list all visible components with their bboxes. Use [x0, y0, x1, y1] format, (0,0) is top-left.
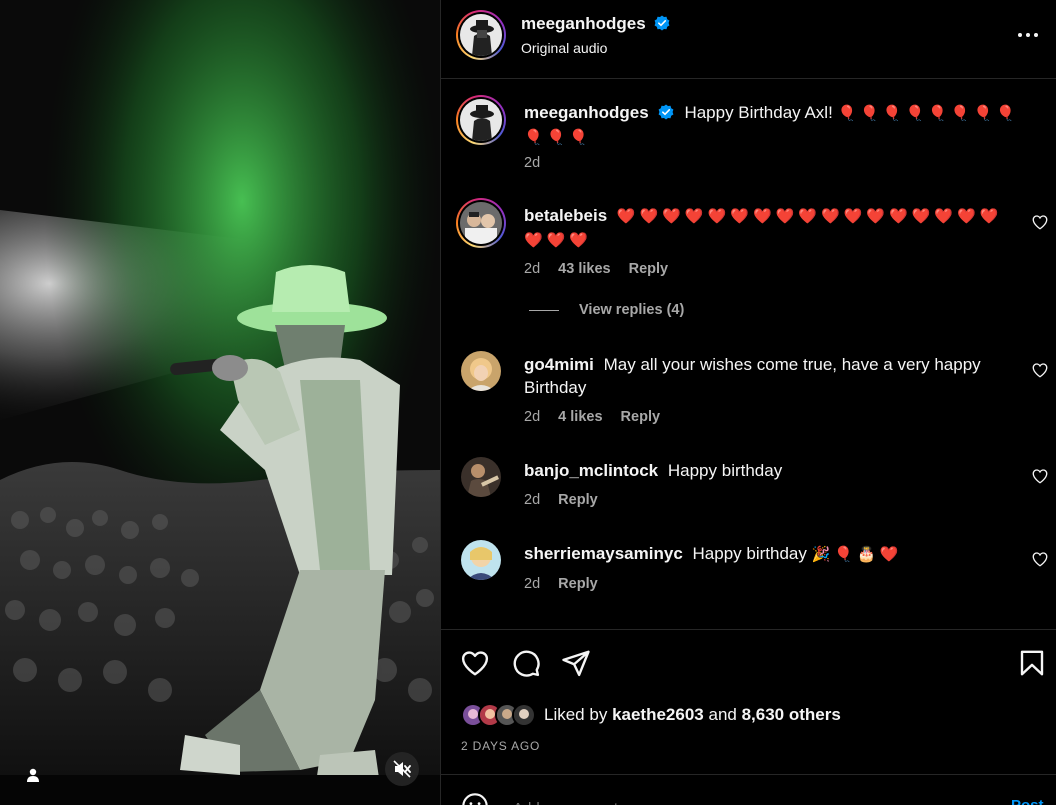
heart-icon — [461, 651, 489, 676]
author-avatar[interactable] — [456, 10, 506, 60]
commenter-avatar[interactable] — [456, 198, 506, 248]
comment-username[interactable]: go4mimi — [524, 355, 594, 374]
comment-icon — [513, 650, 540, 677]
verified-badge-icon — [654, 15, 670, 31]
commenter-avatar[interactable] — [461, 351, 501, 391]
comment-username[interactable]: betalebeis — [524, 206, 607, 225]
comment-meta: 2d Reply — [524, 576, 612, 592]
comment-meta: 2d 43 likes Reply — [524, 261, 682, 277]
verified-badge-icon — [658, 104, 674, 120]
caption-text: Happy Birthday Axl! — [684, 103, 833, 122]
emoji-icon — [462, 793, 488, 805]
comment-like-heart-icon[interactable] — [1031, 550, 1049, 568]
comment-text: Happy birthday — [667, 461, 783, 480]
comment-username[interactable]: banjo_mclintock — [524, 461, 658, 480]
commenter-avatar[interactable] — [461, 540, 501, 580]
comment-time[interactable]: 2d — [524, 576, 540, 592]
author-avatar-image — [460, 14, 502, 56]
liked-by-prefix: Liked by — [544, 705, 608, 724]
comment-like-heart-icon[interactable] — [1031, 213, 1049, 231]
liked-by-others[interactable]: 8,630 others — [742, 705, 841, 724]
commenter-avatar-image — [460, 202, 502, 244]
post-author[interactable]: meeganhodges — [521, 14, 670, 34]
comment-username[interactable]: sherriemaysaminyc — [524, 544, 683, 563]
caption-username[interactable]: meeganhodges — [524, 103, 649, 122]
concert-video-frame — [0, 0, 440, 805]
comment-text: Happy birthday — [692, 544, 807, 563]
comment-time[interactable]: 2d — [524, 261, 540, 277]
reply-button[interactable]: Reply — [621, 409, 661, 425]
more-options-button[interactable] — [1016, 24, 1046, 46]
liked-by-joiner: and — [708, 705, 737, 724]
audio-label[interactable]: Original audio — [521, 40, 607, 56]
caption-avatar[interactable] — [456, 95, 506, 145]
comment-likes[interactable]: 4 likes — [558, 409, 602, 425]
reply-button[interactable]: Reply — [558, 576, 598, 592]
post-author-username[interactable]: meeganhodges — [521, 14, 646, 33]
mute-toggle-button[interactable] — [385, 752, 419, 786]
view-replies-button[interactable]: View replies (4) — [529, 302, 684, 318]
post-actions: Liked by kaethe2603 and 8,630 others 2 D… — [441, 629, 1056, 774]
liker-avatar-image — [514, 705, 534, 725]
view-replies-label[interactable]: View replies (4) — [579, 302, 684, 318]
post-date[interactable]: 2 DAYS AGO — [461, 739, 540, 753]
reply-button[interactable]: Reply — [558, 492, 598, 508]
comment-time[interactable]: 2d — [524, 409, 540, 425]
user-tag-icon — [27, 768, 39, 782]
comment-item: betalebeis ❤️❤️❤️❤️❤️❤️❤️❤️❤️❤️❤️❤️❤️❤️❤… — [441, 198, 1056, 288]
bookmark-icon — [1020, 650, 1044, 676]
comment-item: go4mimi May all your wishes come true, h… — [441, 351, 1056, 431]
comment-button[interactable] — [511, 648, 541, 678]
caption-meta: 2d — [524, 155, 554, 171]
comment-item: sherriemaysaminyc Happy birthday 🎉🎈🎂❤️ 2… — [441, 540, 1056, 600]
save-button[interactable] — [1017, 648, 1047, 678]
commenter-avatar[interactable] — [461, 457, 501, 497]
commenter-avatar-image — [461, 540, 501, 580]
liker-avatar[interactable] — [512, 703, 536, 727]
tagged-users-button[interactable] — [18, 760, 48, 790]
reply-button[interactable]: Reply — [629, 261, 669, 277]
share-icon — [562, 650, 590, 677]
post-header: meeganhodges Original audio — [441, 0, 1056, 79]
share-button[interactable] — [561, 648, 591, 678]
comment-meta: 2d Reply — [524, 492, 612, 508]
comment-meta: 2d 4 likes Reply — [524, 409, 674, 425]
comment-like-heart-icon[interactable] — [1031, 361, 1049, 379]
comment-time[interactable]: 2d — [524, 492, 540, 508]
post-details-panel: meeganhodges Original audio meeganhodges… — [440, 0, 1056, 805]
liked-by-row: Liked by kaethe2603 and 8,630 others — [461, 702, 841, 728]
caption-time[interactable]: 2d — [524, 155, 540, 171]
add-comment-bar: Post — [441, 774, 1056, 805]
commenter-avatar-image — [461, 457, 501, 497]
comment-item: banjo_mclintock Happy birthday 2d Reply — [441, 457, 1056, 517]
post-caption: meeganhodges Happy Birthday Axl! 🎈🎈🎈🎈🎈🎈🎈… — [441, 95, 1056, 185]
comment-emojis: 🎉🎈🎂❤️ — [811, 545, 903, 563]
liked-by-user[interactable]: kaethe2603 — [612, 705, 704, 724]
like-button[interactable] — [460, 648, 490, 678]
post-comment-button[interactable]: Post — [1011, 797, 1044, 805]
comment-like-heart-icon[interactable] — [1031, 467, 1049, 485]
comment-likes[interactable]: 43 likes — [558, 261, 610, 277]
emoji-picker-button[interactable] — [461, 792, 489, 805]
muted-audio-icon — [393, 760, 411, 778]
commenter-avatar-image — [461, 351, 501, 391]
more-options-icon — [1018, 33, 1038, 37]
caption-avatar-image — [460, 99, 502, 141]
post-media-video[interactable] — [0, 0, 440, 805]
view-replies-divider — [529, 309, 559, 311]
liked-by-text: Liked by kaethe2603 and 8,630 others — [544, 705, 841, 725]
add-comment-input[interactable] — [511, 797, 935, 805]
